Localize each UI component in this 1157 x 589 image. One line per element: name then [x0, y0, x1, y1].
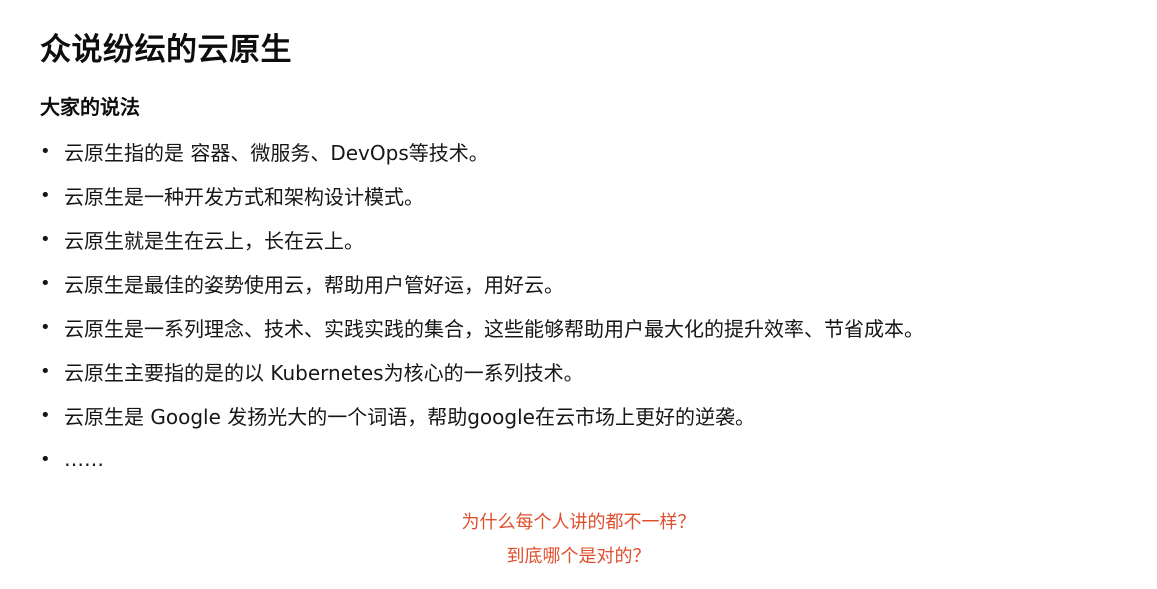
list-item-text: …… — [64, 447, 104, 471]
list-item-text: 云原生是一种开发方式和架构设计模式。 — [64, 184, 424, 209]
question-line-1: 为什么每个人讲的都不一样？ — [461, 512, 696, 533]
slide: 众说纷纭的云原生 大家的说法 • 云原生指的是 容器、微服务、DevOps等技术… — [0, 0, 1157, 589]
list-item: • 云原生是一种开发方式和架构设计模式。 — [40, 173, 924, 217]
list-item: • 云原生指的是 容器、微服务、DevOps等技术。 — [40, 129, 924, 173]
list-item-text: 云原生指的是 容器、微服务、DevOps等技术。 — [64, 140, 489, 165]
list-item: • 云原生主要指的是的以 Kubernetes为核心的一系列技术。 — [40, 349, 924, 393]
question-line-2: 到底哪个是对的？ — [506, 546, 651, 567]
bullet-icon: • — [40, 360, 51, 382]
bullet-icon: • — [40, 272, 51, 294]
list-item-text: 云原生就是生在云上，长在云上。 — [64, 228, 364, 253]
list-item: • 云原生是 Google 发扬光大的一个词语，帮助google在云市场上更好的… — [40, 393, 924, 437]
bullet-icon: • — [40, 140, 51, 162]
bullet-list: • 云原生指的是 容器、微服务、DevOps等技术。 • 云原生是一种开发方式和… — [40, 129, 924, 481]
list-item-text: 云原生是最佳的姿势使用云，帮助用户管好运，用好云。 — [64, 272, 564, 297]
bullet-icon: • — [40, 448, 51, 470]
list-item-text: 云原生主要指的是的以 Kubernetes为核心的一系列技术。 — [64, 360, 584, 385]
list-item: • 云原生是最佳的姿势使用云，帮助用户管好运，用好云。 — [40, 261, 924, 305]
bullet-icon: • — [40, 316, 51, 338]
slide-title: 众说纷纭的云原生 — [40, 32, 292, 68]
bullet-icon: • — [40, 228, 51, 250]
list-item: • 云原生是一系列理念、技术、实践实践的集合，这些能够帮助用户最大化的提升效率、… — [40, 305, 924, 349]
list-item: • 云原生就是生在云上，长在云上。 — [40, 217, 924, 261]
list-item-text: 云原生是一系列理念、技术、实践实践的集合，这些能够帮助用户最大化的提升效率、节省… — [64, 316, 924, 341]
bullet-icon: • — [40, 404, 51, 426]
list-item-text: 云原生是 Google 发扬光大的一个词语，帮助google在云市场上更好的逆袭… — [64, 404, 755, 429]
bullet-icon: • — [40, 184, 51, 206]
section-heading: 大家的说法 — [40, 95, 140, 119]
list-item: • …… — [40, 437, 924, 481]
